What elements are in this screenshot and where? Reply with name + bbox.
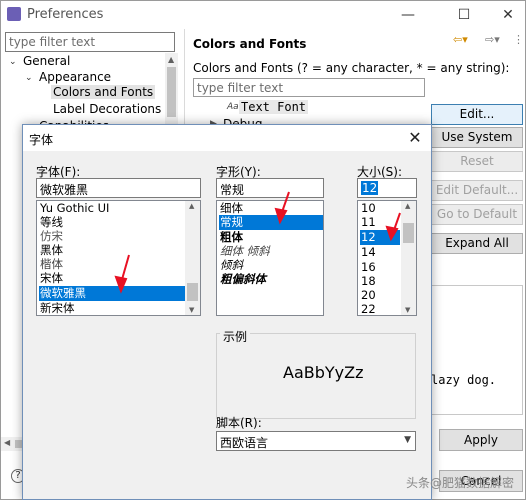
script-value: 西欧语言 (220, 436, 269, 450)
size-list-item[interactable]: 10 (360, 201, 400, 216)
size-list-item[interactable]: 16 (360, 260, 400, 275)
close-icon[interactable]: ✕ (493, 4, 523, 26)
style-list-item-selected[interactable]: 常规 (219, 215, 323, 230)
style-list-item[interactable]: 细体 (219, 201, 323, 216)
apply-button[interactable]: Apply (439, 429, 523, 451)
preference-filter-input[interactable]: type filter text (5, 32, 175, 52)
sample-text: AaBbYyZz (283, 363, 364, 382)
font-list-item[interactable]: 仿宋 (39, 229, 185, 244)
scroll-thumb[interactable] (167, 67, 176, 117)
font-name-input[interactable]: 微软雅黑 (36, 178, 201, 198)
font-dialog-titlebar: 字体 ✕ (23, 125, 431, 151)
reset-button[interactable]: Reset (431, 151, 523, 172)
size-list-scrollbar[interactable]: ▲ ▼ (401, 201, 416, 315)
scroll-down-icon[interactable]: ▼ (405, 306, 410, 314)
tree-item-colors-and-fonts[interactable]: Colors and Fonts (51, 85, 156, 99)
chevron-down-icon[interactable]: ▼ (404, 435, 411, 445)
size-list-item[interactable]: 18 (360, 274, 400, 289)
forward-arrow-icon[interactable]: ⇨▾ (485, 33, 500, 46)
font-dialog: 字体 ✕ 字体(F): 微软雅黑 Yu Gothic UI 等线 仿宋 黑体 楷… (22, 124, 432, 500)
preferences-titlebar: Preferences — ☐ ✕ (1, 1, 525, 29)
edit-default-button[interactable]: Edit Default... (431, 180, 523, 201)
scroll-up-icon[interactable]: ▲ (168, 55, 174, 64)
size-list-item[interactable]: 20 (360, 288, 400, 303)
sample-label: 示例 (220, 328, 251, 345)
colors-fonts-tree: Aa Text Font ▶ Debug (193, 97, 425, 131)
style-list-item[interactable]: 粗体 (219, 230, 323, 245)
size-list-item[interactable]: 11 (360, 215, 400, 230)
script-label: 脚本(R): (216, 416, 262, 430)
script-dropdown[interactable]: 西欧语言 ▼ (216, 431, 416, 451)
size-list-item-selected[interactable]: 12 (360, 230, 400, 245)
size-list-item[interactable]: 22 (360, 302, 400, 315)
font-list-item[interactable]: 宋体 (39, 271, 185, 286)
font-list-item[interactable]: 等线 (39, 215, 185, 230)
scroll-up-icon[interactable]: ▲ (405, 202, 410, 210)
font-size-value: 12 (361, 181, 379, 195)
font-list-item[interactable]: 新宋体 (39, 301, 185, 315)
view-menu-icon[interactable]: ⋮ (513, 33, 524, 46)
back-arrow-icon[interactable]: ⇦▾ (453, 33, 468, 46)
go-to-default-button[interactable]: Go to Default (431, 204, 523, 225)
font-list-scrollbar[interactable]: ▲ ▼ (185, 201, 200, 315)
font-list-item[interactable]: 黑体 (39, 243, 185, 258)
style-list-item[interactable]: 倾斜 (219, 258, 323, 273)
style-list-item[interactable]: 细体 倾斜 (219, 244, 323, 259)
font-style-input[interactable]: 常规 (216, 178, 324, 198)
font-preview-box (429, 285, 523, 415)
expand-chevron-icon[interactable]: ⌄ (25, 73, 33, 83)
close-icon[interactable]: ✕ (403, 127, 427, 149)
tree-item-appearance[interactable]: Appearance (39, 70, 111, 84)
colors-fonts-filter-input[interactable]: type filter text (193, 78, 425, 97)
app-icon (7, 7, 21, 21)
font-preview-text: lazy dog. (431, 373, 497, 387)
edit-button[interactable]: Edit... (431, 104, 523, 125)
scroll-left-icon[interactable]: ◀ (4, 438, 10, 447)
font-size-input[interactable]: 12 (357, 178, 417, 198)
font-list-item[interactable]: Yu Gothic UI (39, 201, 185, 216)
use-system-font-button[interactable]: Use System Font (431, 127, 523, 163)
maximize-icon[interactable]: ☐ (449, 4, 479, 26)
scroll-down-icon[interactable]: ▼ (189, 306, 194, 314)
page-title: Colors and Fonts (193, 37, 307, 51)
colors-fonts-description: Colors and Fonts (? = any character, * =… (193, 61, 510, 75)
window-title: Preferences (27, 7, 104, 22)
font-list-item[interactable]: 楷体 (39, 257, 185, 272)
scroll-thumb[interactable] (187, 283, 198, 301)
watermark: 头条@肥猫数据解密 (406, 476, 515, 490)
expand-all-button[interactable]: Expand All (431, 233, 523, 254)
scroll-thumb[interactable] (403, 223, 414, 243)
font-icon: Aa (227, 102, 239, 112)
font-size-list[interactable]: 10 11 12 14 16 18 20 22 ▲ ▼ (357, 200, 417, 316)
tree-item-label-decorations[interactable]: Label Decorations (53, 102, 161, 116)
style-list-item[interactable]: 粗偏斜体 (219, 272, 323, 287)
tree-scrollbar[interactable]: ▲ (165, 53, 178, 133)
minimize-icon[interactable]: — (393, 4, 423, 26)
font-list-item-selected[interactable]: 微软雅黑 (39, 286, 185, 301)
font-dialog-title: 字体 (29, 133, 54, 147)
font-style-list[interactable]: 细体 常规 粗体 细体 倾斜 倾斜 粗偏斜体 (216, 200, 324, 316)
tree-item-text-font[interactable]: Text Font (239, 100, 309, 114)
expand-chevron-icon[interactable]: ⌄ (9, 57, 17, 67)
scroll-up-icon[interactable]: ▲ (189, 202, 194, 210)
tree-item-general[interactable]: General (23, 54, 70, 68)
font-list[interactable]: Yu Gothic UI 等线 仿宋 黑体 楷体 宋体 微软雅黑 新宋体 ▲ ▼ (36, 200, 201, 316)
size-list-item[interactable]: 14 (360, 245, 400, 260)
